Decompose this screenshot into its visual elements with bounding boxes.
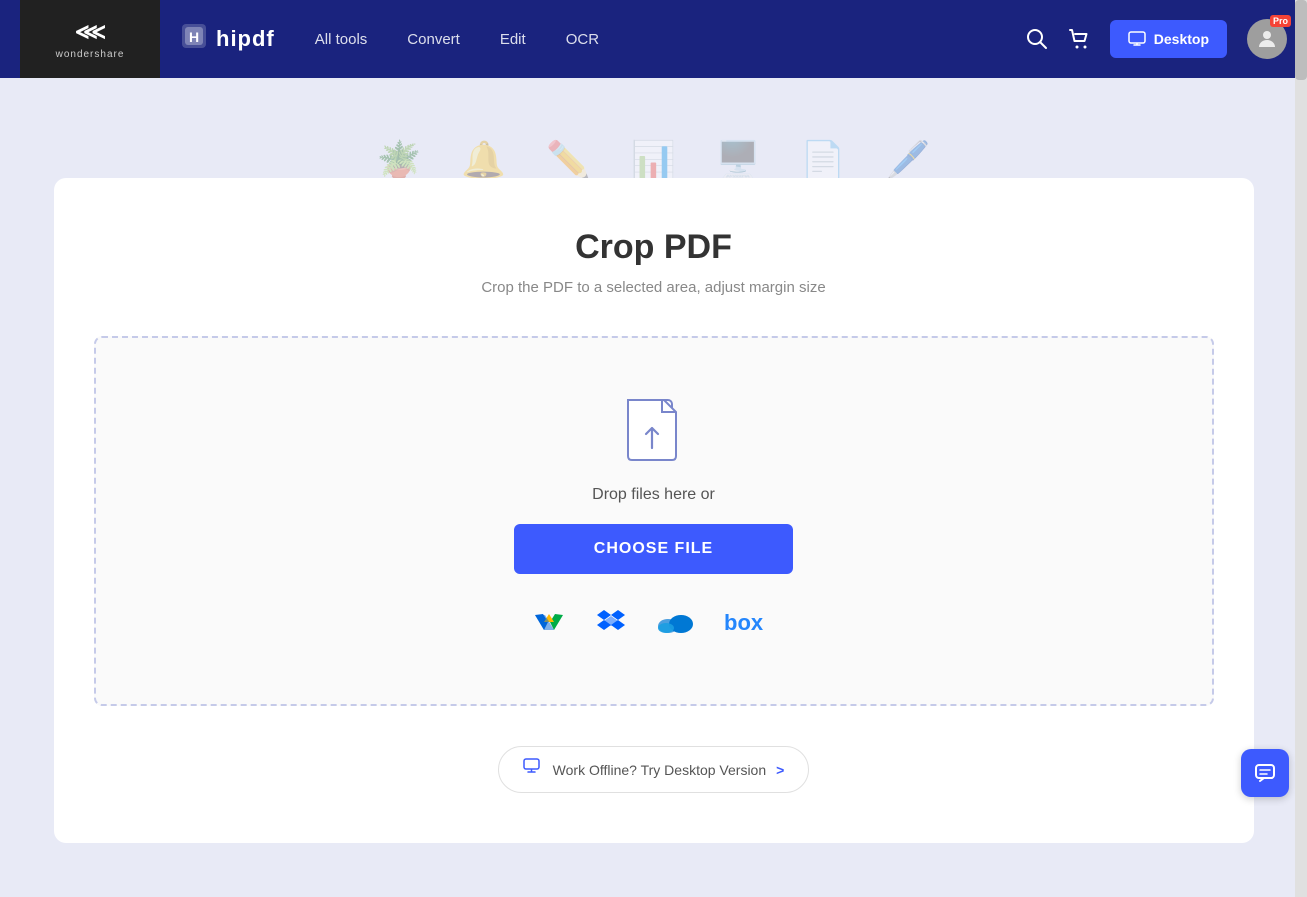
hero-monitor-icon: 🖥️ <box>716 142 761 178</box>
desktop-banner-text: Work Offline? Try Desktop Version <box>553 762 766 778</box>
onedrive-icon[interactable] <box>656 606 696 644</box>
scrollbar-thumb[interactable] <box>1295 0 1307 80</box>
hero-pencils-icon: ✏️ <box>546 142 591 178</box>
hero-doc-icon: 📄 <box>801 142 846 178</box>
hero-lamp-icon: 🔔 <box>461 142 506 178</box>
hipdf-logo-icon: H <box>180 22 208 56</box>
main-content: Crop PDF Crop the PDF to a selected area… <box>0 178 1307 883</box>
message-icon <box>1254 762 1276 784</box>
upload-icon-wrap <box>624 396 684 466</box>
hero-background: 🪴 🔔 ✏️ 📊 🖥️ 📄 🖊️ <box>0 78 1307 178</box>
drop-text: Drop files here or <box>592 486 715 504</box>
cloud-icons: box <box>532 604 776 646</box>
nav-links: All tools Convert Edit OCR <box>315 27 1026 52</box>
nav-actions: Desktop Pro <box>1026 19 1287 59</box>
pro-badge: Pro <box>1270 15 1291 27</box>
google-drive-icon[interactable] <box>532 604 566 646</box>
hero-plant-icon: 🪴 <box>377 142 422 178</box>
svg-text:box: box <box>724 610 764 635</box>
nav-convert[interactable]: Convert <box>407 27 460 52</box>
nav-edit[interactable]: Edit <box>500 27 526 52</box>
float-message-button[interactable] <box>1241 749 1289 797</box>
desktop-banner-icon <box>523 757 543 782</box>
desktop-banner[interactable]: Work Offline? Try Desktop Version > <box>498 746 810 793</box>
page-subtitle: Crop the PDF to a selected area, adjust … <box>481 279 825 296</box>
search-icon <box>1026 28 1048 50</box>
hero-chart-icon: 📊 <box>631 142 676 178</box>
upload-file-icon <box>624 396 684 466</box>
page-title: Crop PDF <box>575 228 732 267</box>
ws-logo-icon: ⋘ <box>75 19 105 45</box>
user-avatar[interactable]: Pro <box>1247 19 1287 59</box>
hipdf-logo[interactable]: H hipdf <box>180 22 275 56</box>
dropzone[interactable]: Drop files here or CHOOSE FILE <box>94 336 1214 706</box>
navbar: ⋘ wondershare H hipdf All tools Convert … <box>0 0 1307 78</box>
hero-feather-icon: 🖊️ <box>886 142 931 178</box>
nav-ocr[interactable]: OCR <box>566 27 599 52</box>
wondershare-logo[interactable]: ⋘ wondershare <box>20 0 160 78</box>
search-button[interactable] <box>1026 28 1048 50</box>
cart-button[interactable] <box>1068 28 1090 50</box>
box-icon[interactable]: box <box>724 607 776 644</box>
ws-logo-text: wondershare <box>56 49 125 60</box>
nav-all-tools[interactable]: All tools <box>315 27 368 52</box>
user-icon <box>1255 27 1279 51</box>
choose-file-button[interactable]: CHOOSE FILE <box>514 524 793 574</box>
scrollbar[interactable] <box>1295 0 1307 897</box>
desktop-button[interactable]: Desktop <box>1110 20 1227 58</box>
dropbox-icon[interactable] <box>594 604 628 646</box>
desktop-button-label: Desktop <box>1154 31 1209 47</box>
hipdf-text: hipdf <box>216 26 275 52</box>
hero-illustrations: 🪴 🔔 ✏️ 📊 🖥️ 📄 🖊️ <box>0 78 1307 178</box>
desktop-banner-arrow: > <box>776 762 784 778</box>
main-card: Crop PDF Crop the PDF to a selected area… <box>54 178 1254 843</box>
desktop-icon <box>1128 30 1146 48</box>
svg-text:H: H <box>189 29 199 45</box>
cart-icon <box>1068 28 1090 50</box>
